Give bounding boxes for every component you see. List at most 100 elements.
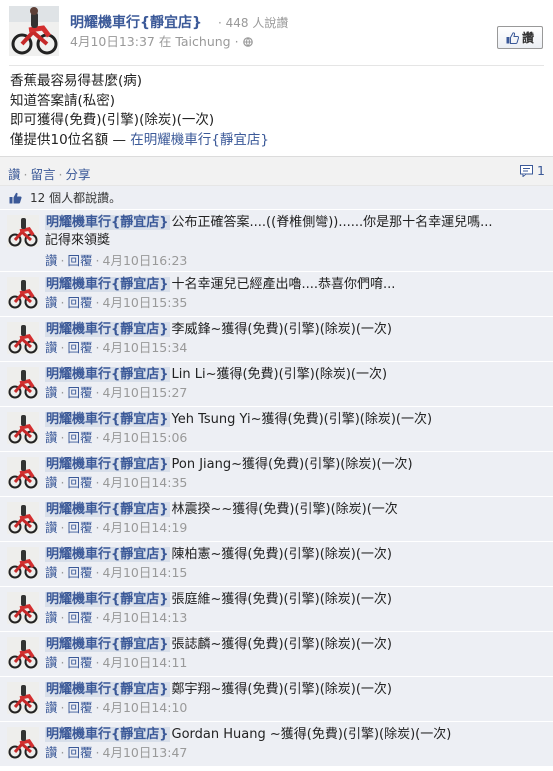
comment-reply-link[interactable]: 回覆	[68, 565, 93, 580]
comment-like-link[interactable]: 讚	[45, 700, 58, 715]
comment-text: 鄭宇翔~獲得(免費)(引擎)(除炭)(一次)	[171, 682, 392, 697]
location-prefix: 在	[130, 131, 144, 148]
comment-time[interactable]: 4月10日14:11	[103, 655, 188, 670]
comment-author[interactable]: 明耀機車行{靜宜店}	[45, 502, 170, 517]
comment-avatar[interactable]	[7, 322, 39, 354]
comment-avatar[interactable]	[7, 682, 39, 714]
comment-count[interactable]: 1	[520, 163, 545, 178]
post-header: 明耀機車行{靜宜店} · 448 人說讚 4月10日13:37 在 Taichu…	[0, 0, 553, 60]
comment-time[interactable]: 4月10日14:10	[103, 700, 188, 715]
motorcycle-avatar-icon	[7, 215, 39, 247]
comment-time[interactable]: 4月10日15:35	[103, 295, 188, 310]
comment-author[interactable]: 明耀機車行{靜宜店}	[45, 322, 170, 337]
comment-item: 明耀機車行{靜宜店} 張庭維~獲得(免費)(引擎)(除炭)(一次) 讚 · 回覆 · 4月…	[0, 587, 553, 632]
comment-like-link[interactable]: 讚	[45, 340, 58, 355]
post-line-text: 僅提供10位名額 —	[10, 131, 131, 148]
comment-reply-link[interactable]: 回覆	[68, 430, 93, 445]
comment-item: 明耀機車行{靜宜店} Pon Jiang~獲得(免費)(引擎)(除炭)(一次) 讚…	[0, 452, 553, 497]
comment-like-link[interactable]: 讚	[45, 520, 58, 535]
comment-avatar[interactable]	[7, 457, 39, 489]
comment-author[interactable]: 明耀機車行{靜宜店}	[45, 215, 170, 230]
comment-like-link[interactable]: 讚	[45, 430, 58, 445]
motorcycle-avatar-icon	[7, 277, 39, 309]
thumbs-up-icon	[9, 192, 22, 203]
comment-action[interactable]: 留言	[31, 167, 56, 182]
comment-body: 明耀機車行{靜宜店} 林震揆~~獲得(免費)(引擎)(除炭)(一次	[45, 501, 543, 519]
comment-reply-link[interactable]: 回覆	[68, 295, 93, 310]
comment-author[interactable]: 明耀機車行{靜宜店}	[45, 457, 170, 472]
comment-meta: 讚 · 回覆 · 4月10日15:27	[45, 385, 188, 400]
post-timestamp-location[interactable]: 4月10日13:37 在 Taichung ·	[70, 34, 243, 49]
comment-avatar[interactable]	[7, 367, 39, 399]
comment-bubble-icon	[520, 164, 534, 177]
share-action[interactable]: 分享	[66, 167, 91, 182]
comment-like-link[interactable]: 讚	[45, 745, 58, 760]
comment-reply-link[interactable]: 回覆	[68, 745, 93, 760]
comment-reply-link[interactable]: 回覆	[68, 340, 93, 355]
comment-time[interactable]: 4月10日13:47	[103, 745, 188, 760]
like-page-button[interactable]: 讚	[497, 26, 543, 49]
comment-time[interactable]: 4月10日16:23	[103, 253, 188, 268]
comment-time[interactable]: 4月10日14:19	[103, 520, 188, 535]
comment-author[interactable]: 明耀機車行{靜宜店}	[45, 412, 170, 427]
comment-text: 公布正確答案....((脊椎側彎))......你是那十名幸運兒嗎...	[171, 215, 493, 230]
comment-author[interactable]: 明耀機車行{靜宜店}	[45, 682, 170, 697]
comment-body: 明耀機車行{靜宜店} 李威鋒~獲得(免費)(引擎)(除炭)(一次)	[45, 321, 543, 339]
comment-time[interactable]: 4月10日15:34	[103, 340, 188, 355]
comment-author[interactable]: 明耀機車行{靜宜店}	[45, 547, 170, 562]
comment-avatar[interactable]	[7, 215, 39, 247]
comment-like-link[interactable]: 讚	[45, 655, 58, 670]
comment-text: 李威鋒~獲得(免費)(引擎)(除炭)(一次)	[171, 322, 392, 337]
post-line: 知道答案請(私密)	[10, 92, 116, 109]
comment-reply-link[interactable]: 回覆	[68, 475, 93, 490]
comment-like-link[interactable]: 讚	[45, 565, 58, 580]
location-link[interactable]: 明耀機車行{靜宜店}	[144, 132, 269, 148]
comment-author[interactable]: 明耀機車行{靜宜店}	[45, 367, 170, 382]
comment-reply-link[interactable]: 回覆	[68, 700, 93, 715]
comment-like-link[interactable]: 讚	[45, 610, 58, 625]
comment-avatar[interactable]	[7, 502, 39, 534]
likes-summary-text[interactable]: 12 個人都說讚。	[30, 189, 121, 206]
comment-time[interactable]: 4月10日14:35	[103, 475, 188, 490]
comment-time[interactable]: 4月10日15:27	[103, 385, 188, 400]
comment-author[interactable]: 明耀機車行{靜宜店}	[45, 727, 170, 742]
comment-author[interactable]: 明耀機車行{靜宜店}	[45, 637, 170, 652]
post-meta: 4月10日13:37 在 Taichung ·	[70, 31, 253, 50]
comment-like-link[interactable]: 讚	[45, 295, 58, 310]
comment-like-link[interactable]: 讚	[45, 475, 58, 490]
comment-time[interactable]: 4月10日14:13	[103, 610, 188, 625]
comment-text: Pon Jiang~獲得(免費)(引擎)(除炭)(一次)	[171, 457, 413, 472]
comment-avatar[interactable]	[7, 277, 39, 309]
page-avatar[interactable]	[9, 6, 59, 56]
like-action[interactable]: 讚	[8, 167, 21, 182]
comment-time[interactable]: 4月10日14:15	[103, 565, 188, 580]
comment-reply-link[interactable]: 回覆	[68, 253, 93, 268]
motorcycle-avatar-icon	[7, 502, 39, 534]
post-line: 香蕉最容易得甚麼(病)	[10, 73, 143, 89]
comment-avatar[interactable]	[7, 592, 39, 624]
comment-avatar[interactable]	[7, 412, 39, 444]
like-button-label: 讚	[521, 31, 534, 45]
comment-reply-link[interactable]: 回覆	[68, 520, 93, 535]
comment-avatar[interactable]	[7, 547, 39, 579]
comment-reply-link[interactable]: 回覆	[68, 385, 93, 400]
motorcycle-avatar-icon	[7, 727, 39, 759]
thumbs-up-icon	[506, 31, 519, 44]
comment-text: 張庭維~獲得(免費)(引擎)(除炭)(一次)	[171, 592, 392, 607]
comment-reply-link[interactable]: 回覆	[68, 655, 93, 670]
header-divider	[9, 65, 544, 66]
motorcycle-avatar-icon	[9, 6, 59, 56]
motorcycle-avatar-icon	[7, 367, 39, 399]
comment-time[interactable]: 4月10日15:06	[103, 430, 188, 445]
post-line: 僅提供10位名額 — 在明耀機車行{靜宜店}	[10, 131, 540, 151]
comment-meta: 讚 · 回覆 · 4月10日14:19	[45, 520, 188, 535]
comment-author[interactable]: 明耀機車行{靜宜店}	[45, 277, 170, 292]
comment-like-link[interactable]: 讚	[45, 385, 58, 400]
comment-reply-link[interactable]: 回覆	[68, 610, 93, 625]
comment-avatar[interactable]	[7, 637, 39, 669]
comment-author[interactable]: 明耀機車行{靜宜店}	[45, 592, 170, 607]
page-name[interactable]: 明耀機車行{靜宜店}	[70, 12, 202, 32]
comment-like-link[interactable]: 讚	[45, 253, 58, 268]
post-line: 即可獲得(免費)(引擎)(除炭)(一次)	[10, 112, 215, 128]
comment-avatar[interactable]	[7, 727, 39, 759]
